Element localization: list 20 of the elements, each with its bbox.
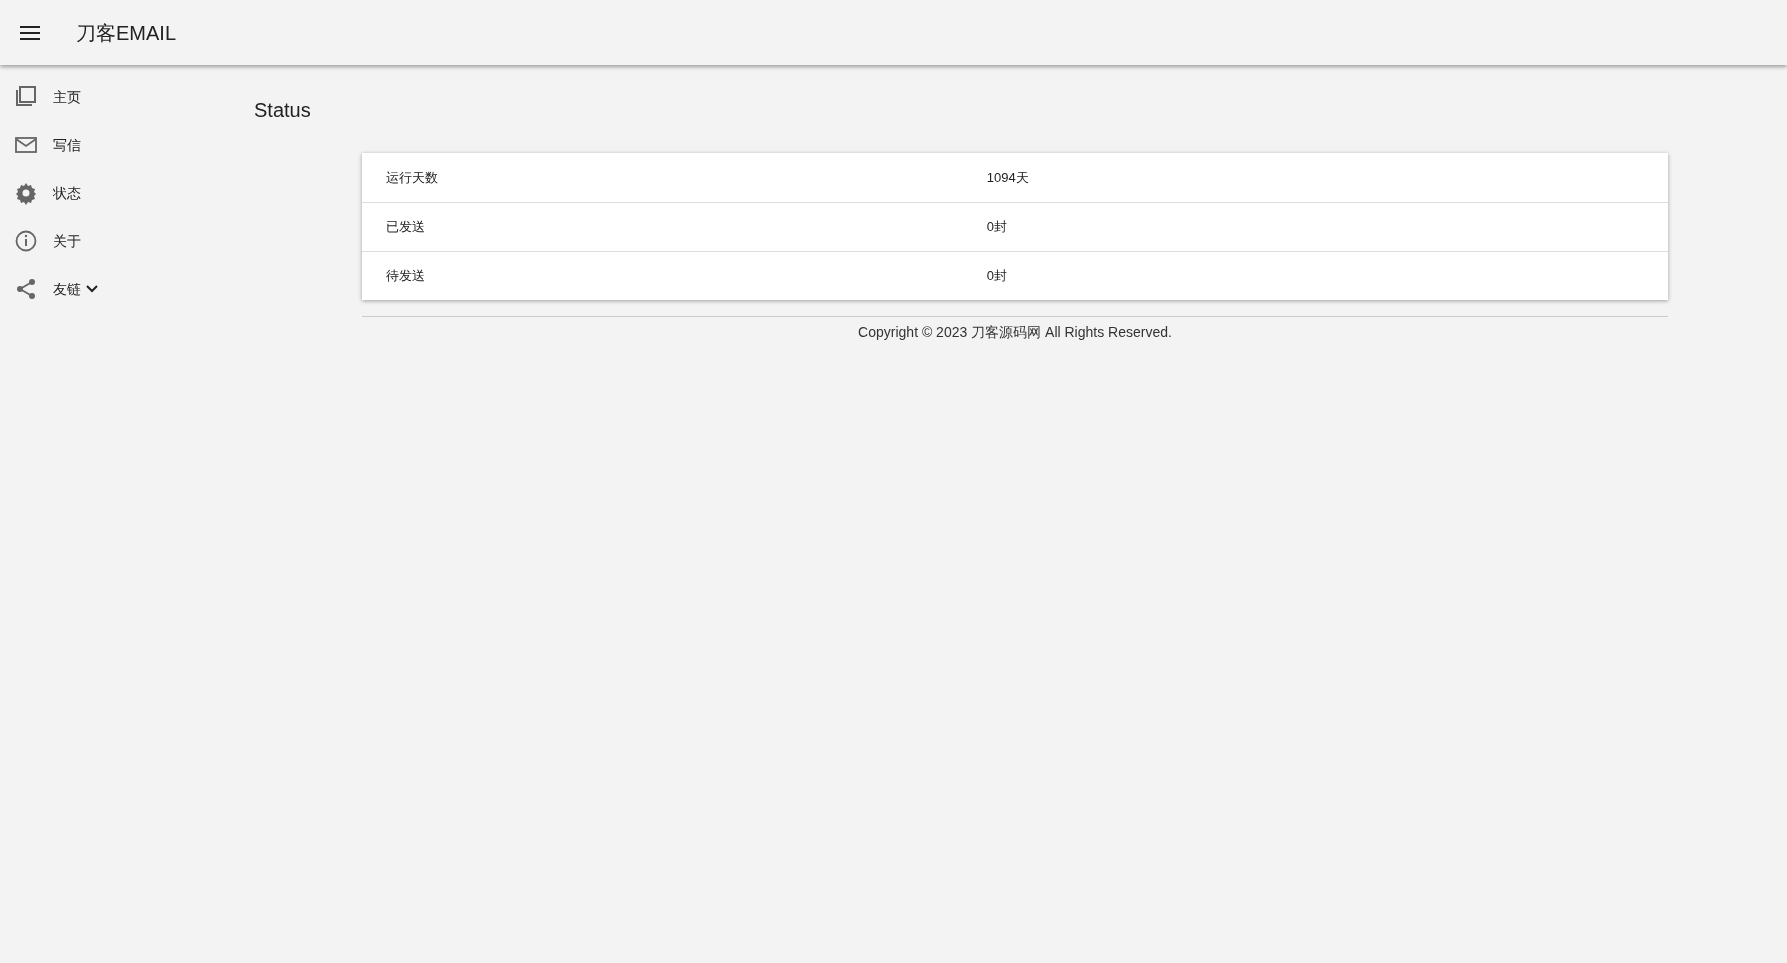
sidebar-item[interactable]: 友链 [0,265,200,313]
settings-icon [14,181,38,205]
sidebar-item[interactable]: 写信 [0,121,200,169]
chevron-down-icon [86,285,98,293]
row-label: 已发送 [385,218,426,237]
row-value: 0封 [985,218,1008,237]
page-title: Status [254,98,312,123]
copyright-text: Copyright © 2023 刀客源码网 All Rights Reserved. [858,324,1172,340]
sidebar-item[interactable]: 关于 [0,217,200,265]
row-value: 0封 [985,267,1008,286]
menu-icon [20,26,40,41]
row-value: 1094天 [985,168,1030,187]
app-title: 刀客EMAIL [76,20,177,46]
row-label: 运行天数 [385,168,439,187]
sidebar-item[interactable]: 状态 [0,169,200,217]
info-icon [14,229,38,253]
pages-icon [14,85,38,109]
share-icon [14,277,38,301]
sidebar-item[interactable]: 主页 [0,73,200,121]
row-label: 待发送 [385,267,426,286]
